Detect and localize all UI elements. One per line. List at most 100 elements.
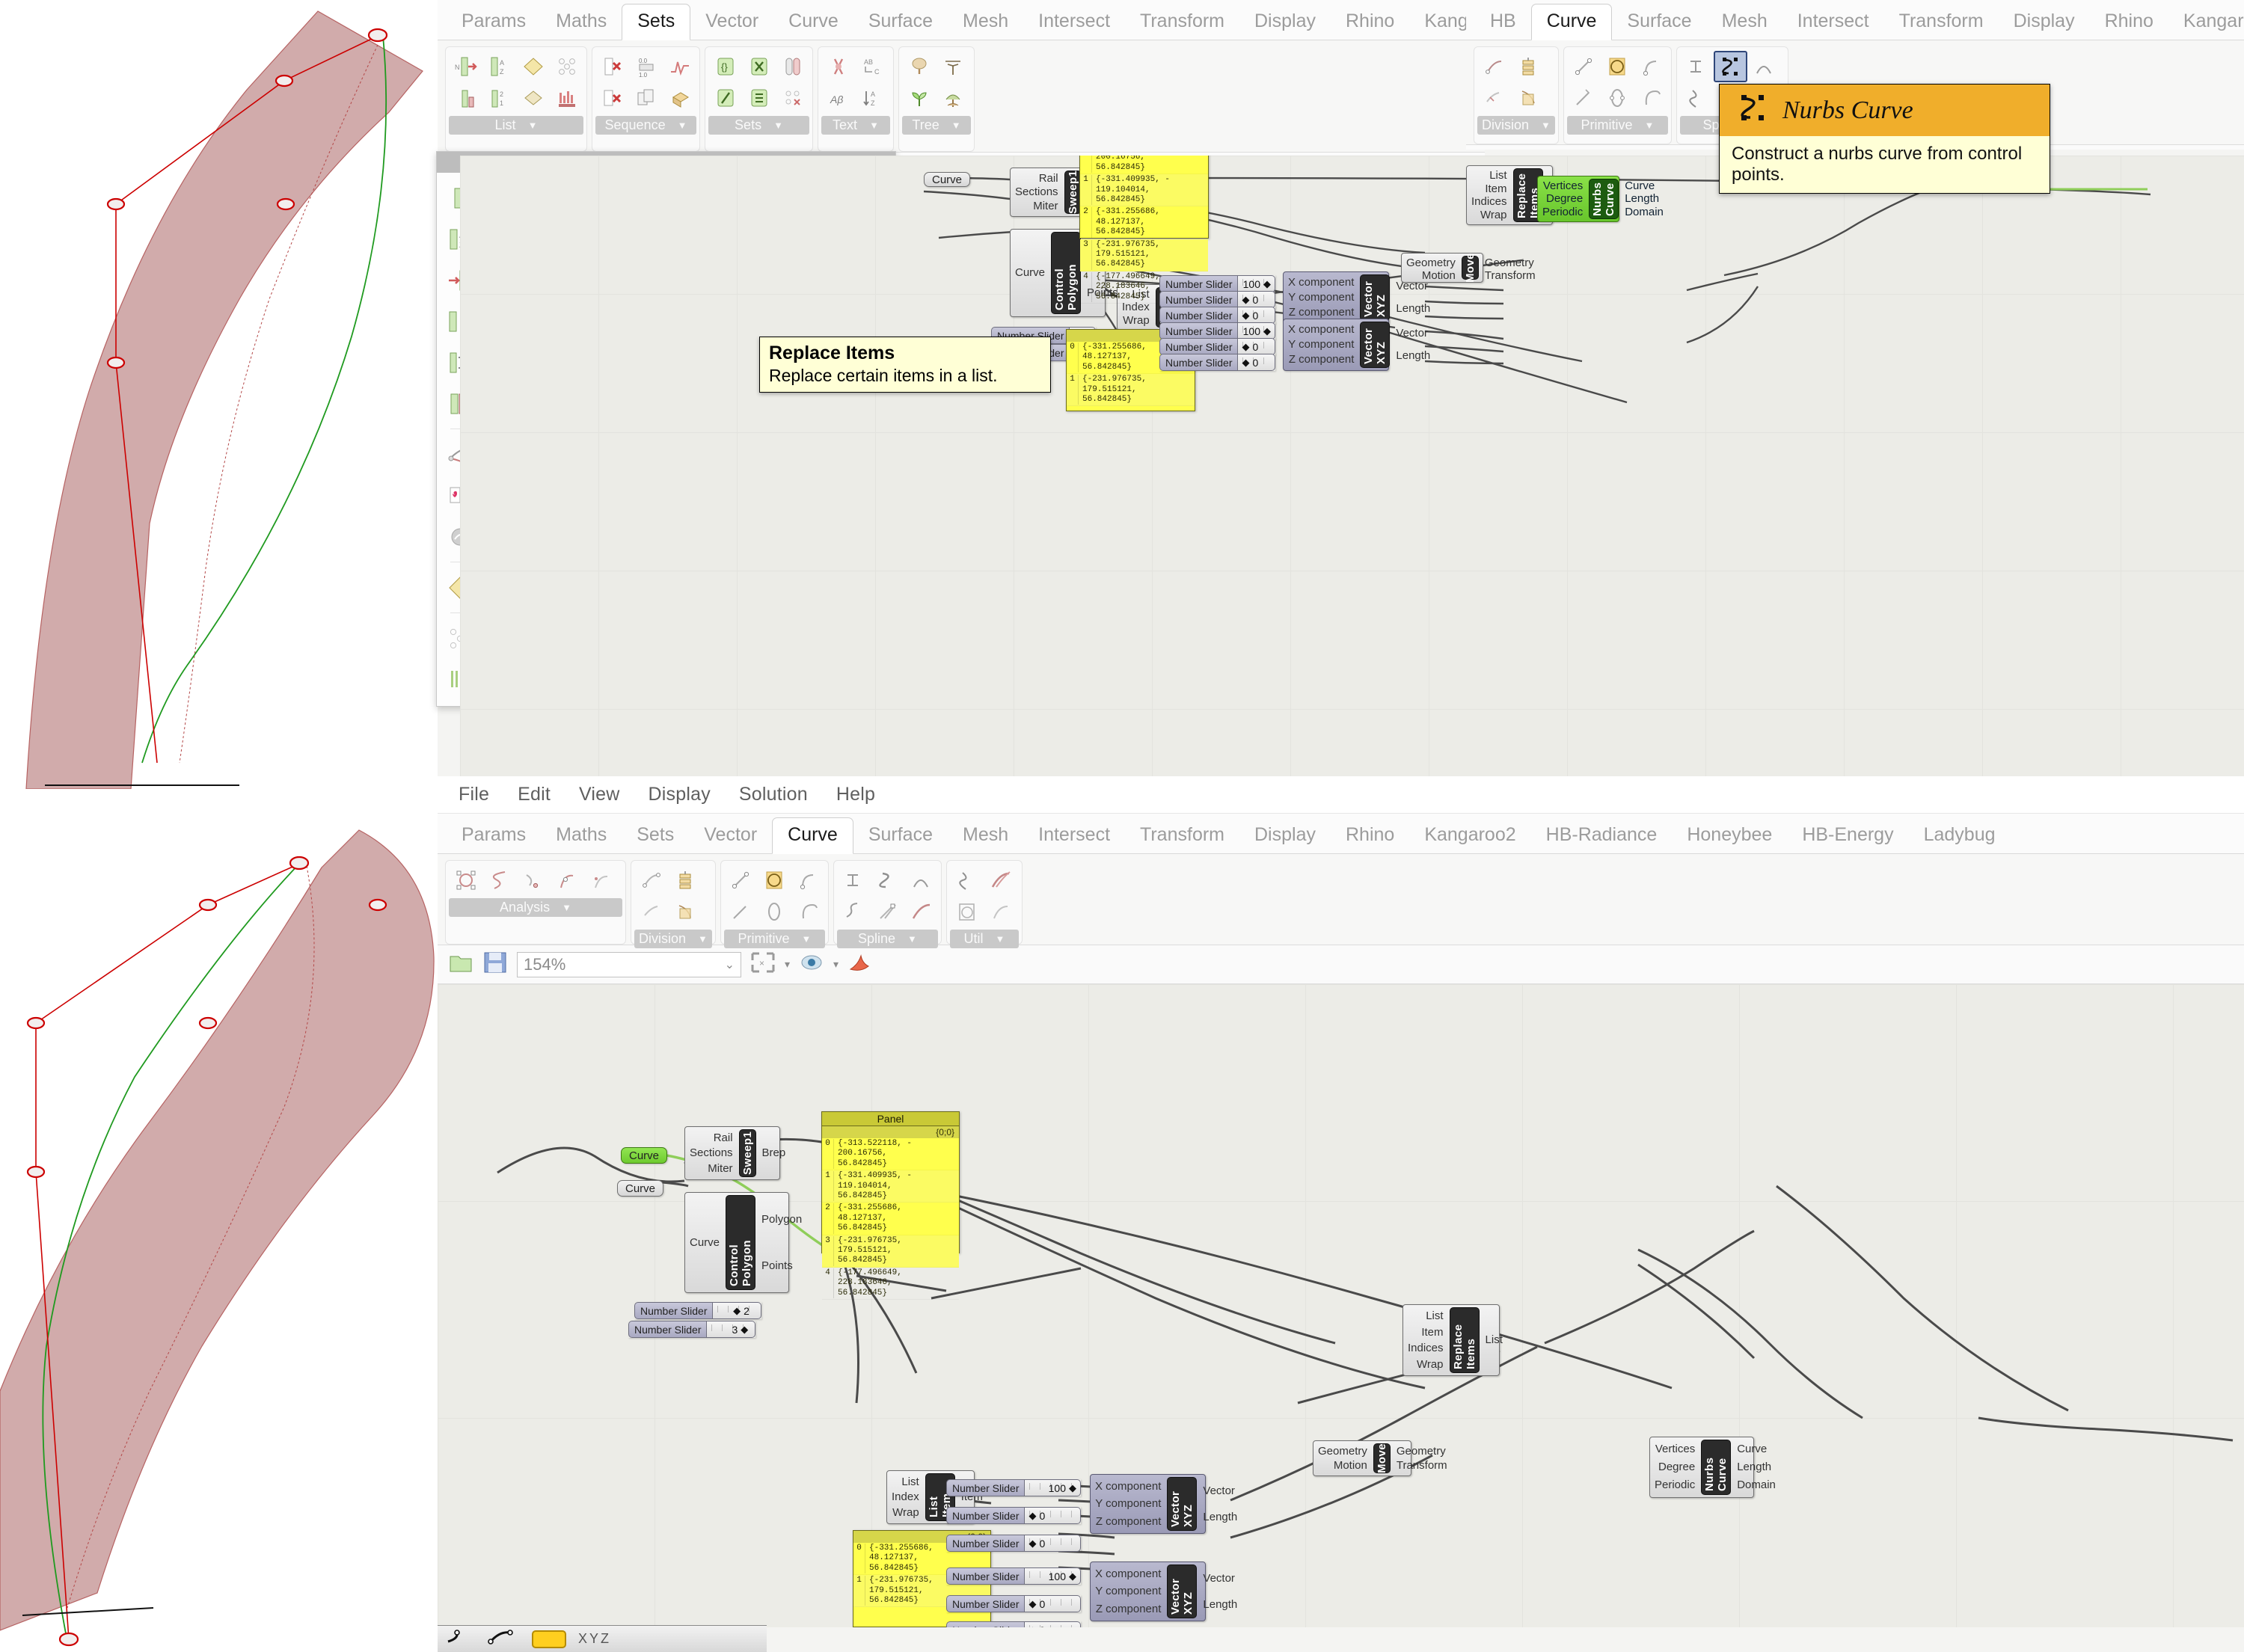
pin-domain[interactable]: Domain xyxy=(1625,206,1664,218)
pin-transform[interactable]: Transform xyxy=(1397,1459,1447,1472)
pin-curve[interactable]: Curve xyxy=(1015,266,1045,279)
slider-knob-icon[interactable]: ◆ xyxy=(741,1324,748,1336)
tab-mesh[interactable]: Mesh xyxy=(948,4,1023,40)
tab-display-right[interactable]: Display xyxy=(1999,4,2090,40)
tab-transform-b[interactable]: Transform xyxy=(1125,818,1239,853)
icon-kinky-curve-u[interactable] xyxy=(950,865,984,896)
icon-curve-on-surface[interactable] xyxy=(1747,51,1781,82)
icon-cross-reference[interactable] xyxy=(550,51,583,82)
chevron-down-icon[interactable]: ▾ xyxy=(833,958,839,971)
slider-vec2-x[interactable]: Number Slider 100◆ xyxy=(1159,322,1275,340)
param-curve-top[interactable]: Curve xyxy=(924,172,970,187)
pin-length[interactable]: Length xyxy=(1396,302,1430,315)
pin-rail[interactable]: Rail xyxy=(1039,172,1058,185)
open-folder-icon[interactable] xyxy=(448,950,473,979)
ribbon-group-label-util[interactable]: Util▼ xyxy=(950,930,1019,948)
icon-contour-b[interactable] xyxy=(668,896,702,927)
slider-track[interactable]: 100◆ xyxy=(1238,322,1275,340)
icon-subset[interactable] xyxy=(708,82,742,114)
pin-periodic[interactable]: Periodic xyxy=(1542,206,1583,218)
icon-shatter[interactable] xyxy=(1477,82,1511,114)
icon-arc-sed-b[interactable] xyxy=(791,896,825,927)
pin-list-out[interactable]: List xyxy=(1486,1333,1503,1346)
grasshopper-canvas-top[interactable]: Rail Sections Miter Sweep1 Brep Curve Co… xyxy=(460,156,2244,778)
chevron-down-icon[interactable]: ▼ xyxy=(1541,120,1551,131)
slider-vec2-z-bottom[interactable]: Number Slider ◆0 xyxy=(946,1621,1081,1627)
pin-y-component[interactable]: Y component xyxy=(1095,1585,1161,1597)
ribbon-group-label-sequence[interactable]: Sequence▼ xyxy=(595,116,696,135)
chevron-down-icon[interactable]: ⌄ xyxy=(725,957,735,972)
chevron-down-icon[interactable]: ▾ xyxy=(785,958,790,971)
icon-set-union[interactable] xyxy=(776,51,809,82)
slider-track[interactable]: ◆0 xyxy=(1238,307,1275,324)
tab-honeybee-b[interactable]: Honeybee xyxy=(1672,818,1787,853)
pin-degree[interactable]: Degree xyxy=(1546,192,1583,205)
pin-curve[interactable]: Curve xyxy=(1737,1443,1767,1455)
node-vector-xyz-2[interactable]: X component Y component Z component Vect… xyxy=(1283,319,1389,371)
icon-evaluate-curve[interactable] xyxy=(550,865,583,896)
pin-vector[interactable]: Vector xyxy=(1396,327,1428,340)
node-vector-xyz-1[interactable]: X component Y component Z component Vect… xyxy=(1283,271,1389,324)
icon-delete-consecutive[interactable] xyxy=(776,82,809,114)
pin-degree[interactable]: Degree xyxy=(1658,1461,1695,1473)
icon-kinky-curve[interactable] xyxy=(1680,82,1714,114)
slider-knob-icon[interactable]: ◆ xyxy=(1242,341,1249,353)
pin-polygon[interactable]: Polygon xyxy=(761,1213,802,1226)
tab-hb-right[interactable]: HB xyxy=(1475,4,1531,40)
pin-length[interactable]: Length xyxy=(1625,192,1659,205)
icon-tree-branch[interactable] xyxy=(902,51,936,82)
pin-x-component[interactable]: X component xyxy=(1288,276,1354,289)
param-curve-green-bottom[interactable]: Curve xyxy=(621,1147,667,1164)
pin-transform[interactable]: Transform xyxy=(1485,269,1536,282)
icon-cull-pattern[interactable] xyxy=(595,82,629,114)
icon-divide-distance-b[interactable] xyxy=(668,865,702,896)
tab-strip-top-right[interactable]: HB Curve Surface Mesh Intersect Transfor… xyxy=(1466,0,2244,40)
tab-params[interactable]: Params xyxy=(447,4,541,40)
slider-track[interactable]: 100◆ xyxy=(1025,1479,1081,1496)
chevron-down-icon[interactable]: ▼ xyxy=(907,933,917,945)
icon-end-points[interactable] xyxy=(516,865,550,896)
tab-hbenergy-b[interactable]: HB-Energy xyxy=(1787,818,1908,853)
tab-vector[interactable]: Vector xyxy=(690,4,773,40)
slider-vec2-z[interactable]: Number Slider ◆0 xyxy=(1159,354,1275,371)
icon-blend-b[interactable] xyxy=(904,896,938,927)
pin-vertices[interactable]: Vertices xyxy=(1655,1443,1695,1455)
pin-domain[interactable]: Domain xyxy=(1737,1478,1776,1491)
pin-indices[interactable]: Indices xyxy=(1408,1342,1444,1354)
slider-track[interactable]: ◆0 xyxy=(1238,291,1275,308)
slider-knob-icon[interactable]: ◆ xyxy=(1028,1624,1036,1628)
icon-curve-closest-point[interactable] xyxy=(583,865,617,896)
pin-y-component[interactable]: Y component xyxy=(1288,338,1354,351)
pin-x-component[interactable]: X component xyxy=(1095,1567,1161,1580)
chevron-down-icon[interactable]: ▼ xyxy=(562,902,571,913)
tab-ladybug-b[interactable]: Ladybug xyxy=(1909,818,2011,853)
node-sweep1-bottom[interactable]: Rail Sections Miter Sweep1 Brep xyxy=(684,1126,780,1180)
ribbon-group-label-primitive[interactable]: Primitive▼ xyxy=(724,930,825,948)
icon-shortest-list[interactable] xyxy=(550,82,583,114)
ribbon-group-label-spline[interactable]: Spline▼ xyxy=(837,930,938,948)
pin-curve[interactable]: Curve xyxy=(690,1236,720,1249)
slider-knob-icon[interactable]: ◆ xyxy=(733,1305,741,1317)
icon-range[interactable]: 0.01.0 xyxy=(629,51,663,82)
chevron-down-icon[interactable]: ▼ xyxy=(773,120,783,131)
icon-divide-curve[interactable] xyxy=(1477,51,1511,82)
pin-brep[interactable]: Brep xyxy=(762,1146,786,1159)
slider-vec1-y-bottom[interactable]: Number Slider ◆0 xyxy=(946,1507,1081,1524)
pin-vector[interactable]: Vector xyxy=(1203,1484,1235,1497)
node-move-top[interactable]: Geometry Motion Move Geometry Transform xyxy=(1401,253,1483,283)
menu-solution[interactable]: Solution xyxy=(739,784,808,805)
node-vector-xyz-1-bottom[interactable]: X component Y component Z component Vect… xyxy=(1090,1474,1206,1534)
slider-track[interactable]: 3◆ xyxy=(707,1321,755,1338)
pin-periodic[interactable]: Periodic xyxy=(1655,1478,1695,1491)
curve-tool-icon-1[interactable] xyxy=(445,1628,475,1650)
icon-flatten-tree[interactable] xyxy=(936,82,969,114)
chevron-down-icon[interactable]: ▼ xyxy=(698,933,708,945)
icon-bezier-b[interactable] xyxy=(871,896,904,927)
preview-eye-icon[interactable] xyxy=(799,952,824,977)
icon-list-length[interactable] xyxy=(449,82,482,114)
slider-knob-icon[interactable]: ◆ xyxy=(1263,278,1271,290)
slider-knob-icon[interactable]: ◆ xyxy=(1028,1510,1036,1522)
pin-length[interactable]: Length xyxy=(1203,1598,1237,1611)
icon-contour[interactable] xyxy=(1511,82,1545,114)
icon-fillet-u[interactable] xyxy=(984,865,1017,896)
